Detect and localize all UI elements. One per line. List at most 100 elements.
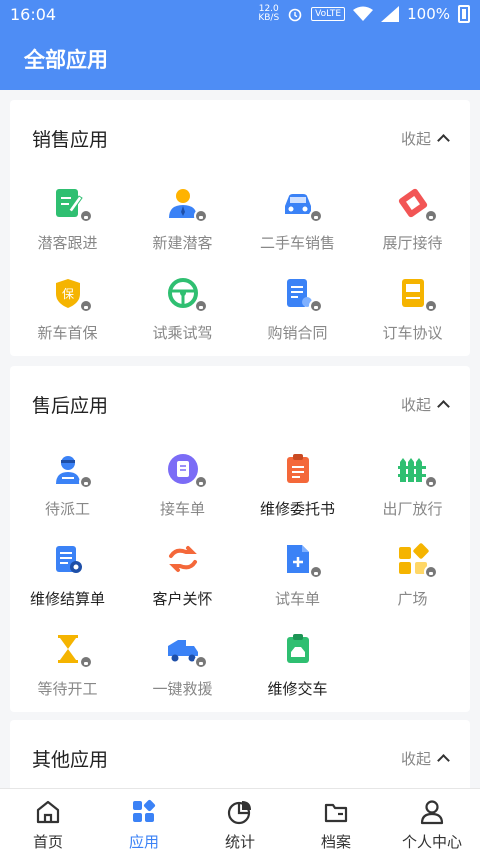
collapse-label: 收起: [400, 749, 431, 768]
app-label: 购销合同: [267, 324, 328, 342]
app-item-vehicle-receipt[interactable]: 接车单: [125, 442, 240, 532]
tab-archives[interactable]: 档案: [288, 789, 384, 854]
app-item-showroom-reception[interactable]: 展厅接待: [355, 176, 470, 266]
page-title: 全部应用: [24, 48, 108, 72]
tab-profile[interactable]: 个人中心: [384, 789, 480, 854]
app-label: 出厂放行: [382, 500, 443, 518]
content-area: 销售应用 收起 潜客跟进 新建潜客 二手车销售 展厅接待 保 新车首保 试乘试驾…: [0, 90, 480, 788]
collapse-label: 收起: [400, 129, 431, 148]
app-label: 客户关怀: [152, 590, 213, 608]
svg-text:保: 保: [61, 287, 73, 301]
section-after-sales: 售后应用 收起 待派工 接车单 维修委托书 出厂放行 维修结算单 客户关怀 试车…: [10, 366, 470, 712]
app-label: 一键救援: [152, 680, 213, 698]
app-label: 接车单: [159, 500, 205, 518]
chevron-up-icon: [437, 134, 450, 147]
tab-home[interactable]: 首页: [0, 789, 96, 854]
app-item-repair-delivery[interactable]: 维修交车: [240, 622, 355, 712]
collapse-button[interactable]: 收起: [400, 394, 450, 415]
app-label: 展厅接待: [382, 234, 443, 252]
net-speed-unit: KB/S: [258, 13, 280, 23]
app-item-test-drive[interactable]: 试乘试驾: [125, 266, 240, 356]
wifi-icon: [353, 6, 374, 21]
app-grid: 潜客跟进 新建潜客 二手车销售 展厅接待 保 新车首保 试乘试驾 购销合同 订车…: [10, 176, 470, 356]
app-label: 试乘试驾: [152, 324, 213, 342]
chevron-up-icon: [437, 754, 450, 767]
section-sales: 销售应用 收起 潜客跟进 新建潜客 二手车销售 展厅接待 保 新车首保 试乘试驾…: [10, 100, 470, 356]
app-label: 等待开工: [37, 680, 98, 698]
collapse-button[interactable]: 收起: [400, 748, 450, 769]
section-header: 售后应用 收起: [10, 366, 470, 442]
lock-icon: [78, 209, 93, 223]
user-icon: [420, 800, 444, 825]
app-label: 二手车销售: [259, 234, 335, 252]
lock-icon: [423, 209, 438, 223]
bottom-tab-bar: 首页 应用 统计 档案 个人中心: [0, 788, 480, 854]
tab-apps[interactable]: 应用: [96, 789, 192, 854]
app-item-prospect-followup[interactable]: 潜客跟进: [10, 176, 125, 266]
tab-label: 首页: [32, 833, 63, 851]
battery-icon: [458, 5, 470, 23]
section-title: 售后应用: [32, 394, 109, 417]
alarm-icon: [288, 8, 302, 22]
lock-icon: [193, 209, 208, 223]
app-item-new-prospect[interactable]: 新建潜客: [125, 176, 240, 266]
status-bar: 16:04 12.0 KB/S VoLTE 100%: [0, 0, 480, 28]
tab-label: 应用: [128, 833, 159, 851]
apps-icon: [133, 799, 156, 822]
lock-icon: [193, 655, 208, 669]
section-header: 销售应用 收起: [10, 100, 470, 176]
status-time: 16:04: [10, 4, 57, 24]
app-label: 维修委托书: [259, 500, 335, 518]
lock-icon: [78, 475, 93, 489]
app-label: 订车协议: [382, 324, 443, 342]
app-item-sales-contract[interactable]: 购销合同: [240, 266, 355, 356]
lock-icon: [308, 565, 323, 579]
lock-icon: [308, 209, 323, 223]
section-other: 其他应用 收起: [10, 720, 470, 788]
lock-icon: [423, 299, 438, 313]
app-item-new-car-warranty[interactable]: 保 新车首保: [10, 266, 125, 356]
tab-label: 个人中心: [401, 833, 462, 851]
tab-label: 统计: [224, 833, 255, 851]
lock-icon: [308, 299, 323, 313]
page-header: 全部应用: [0, 28, 480, 90]
lock-icon: [423, 565, 438, 579]
app-item-repair-order[interactable]: 维修委托书: [240, 442, 355, 532]
tab-statistics[interactable]: 统计: [192, 789, 288, 854]
delivery-doc-icon: [286, 634, 309, 663]
care-icon: [168, 546, 197, 572]
app-label: 新车首保: [37, 324, 98, 342]
lock-icon: [423, 475, 438, 489]
app-item-order-agreement[interactable]: 订车协议: [355, 266, 470, 356]
lock-icon: [78, 655, 93, 669]
app-label: 潜客跟进: [37, 234, 98, 252]
app-item-customer-care[interactable]: 客户关怀: [125, 532, 240, 622]
app-label: 广场: [397, 590, 428, 608]
app-item-test-order[interactable]: 试车单: [240, 532, 355, 622]
clipboard-icon: [286, 454, 309, 483]
app-label: 维修结算单: [29, 590, 105, 608]
app-item-used-car-sales[interactable]: 二手车销售: [240, 176, 355, 266]
collapse-label: 收起: [400, 395, 431, 414]
settlement-icon: [55, 546, 82, 573]
app-item-waiting-start[interactable]: 等待开工: [10, 622, 125, 712]
chevron-up-icon: [437, 400, 450, 413]
folder-icon: [324, 803, 348, 823]
signal-icon: [381, 6, 400, 22]
section-title: 其他应用: [32, 748, 109, 771]
app-item-pending-dispatch[interactable]: 待派工: [10, 442, 125, 532]
app-label: 维修交车: [267, 680, 328, 698]
net-speed: 12.0 KB/S: [258, 5, 279, 23]
app-label: 试车单: [274, 590, 320, 608]
volte-badge: VoLTE: [311, 7, 346, 21]
app-item-factory-release[interactable]: 出厂放行: [355, 442, 470, 532]
section-title: 销售应用: [32, 128, 109, 151]
app-label: 新建潜客: [152, 234, 213, 252]
app-item-repair-settlement[interactable]: 维修结算单: [10, 532, 125, 622]
section-header: 其他应用 收起: [10, 720, 470, 788]
home-icon: [36, 800, 60, 824]
collapse-button[interactable]: 收起: [400, 128, 450, 149]
lock-icon: [193, 475, 208, 489]
app-item-plaza[interactable]: 广场: [355, 532, 470, 622]
app-item-one-click-rescue[interactable]: 一键救援: [125, 622, 240, 712]
